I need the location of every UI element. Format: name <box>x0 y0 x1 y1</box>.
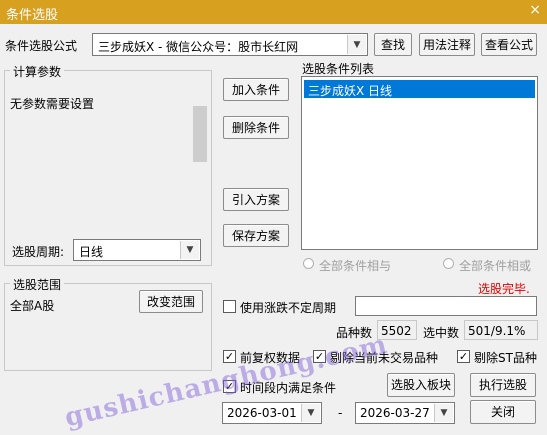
close-button[interactable]: 关闭 <box>470 400 536 424</box>
variable-period-checkbox[interactable] <box>223 300 236 313</box>
count-value: 5502 <box>381 324 412 338</box>
period-select[interactable]: 日线 ▼ <box>73 239 201 261</box>
chevron-down-icon[interactable]: ▼ <box>180 241 199 259</box>
params-message: 无参数需要设置 <box>10 97 95 111</box>
date-from-value: 2026-03-01 <box>227 406 297 420</box>
execute-button[interactable]: 执行选股 <box>470 373 536 397</box>
title-bar: 条件选股 × <box>0 0 547 24</box>
all-or-label: 全部条件相或 <box>459 259 532 273</box>
chevron-down-icon[interactable]: ▼ <box>301 404 320 422</box>
usage-notes-button[interactable]: 用法注释 <box>419 33 475 56</box>
add-to-block-button[interactable]: 选股入板块 <box>387 373 455 397</box>
close-icon[interactable]: × <box>529 2 541 18</box>
variable-period-input[interactable] <box>355 296 537 316</box>
selected-label: 选中数 <box>423 326 460 340</box>
period-select-value: 日线 <box>79 245 104 259</box>
params-scrollbar[interactable] <box>192 78 208 226</box>
formula-label: 条件选股公式 <box>5 39 78 53</box>
all-and-label: 全部条件相与 <box>319 259 392 273</box>
all-or-radio[interactable] <box>443 258 454 269</box>
import-scheme-button[interactable]: 引入方案 <box>223 188 289 211</box>
find-button[interactable]: 查找 <box>374 33 412 56</box>
view-formula-button[interactable]: 查看公式 <box>481 33 537 56</box>
save-scheme-button[interactable]: 保存方案 <box>223 224 289 247</box>
chevron-down-icon[interactable]: ▼ <box>434 404 453 422</box>
checkmark-icon: ✓ <box>224 350 235 363</box>
conditions-list[interactable]: 三步成妖X 日线 <box>301 76 538 250</box>
exclude-st-label: 剔除ST品种 <box>474 351 537 365</box>
list-item-label: 三步成妖X 日线 <box>308 84 393 98</box>
formula-select-value: 三步成妖X - 微信公众号：股市长红网 <box>98 40 299 54</box>
chevron-down-icon[interactable]: ▼ <box>347 35 366 54</box>
scope-value: 全部A股 <box>10 299 55 313</box>
change-scope-button[interactable]: 改变范围 <box>139 290 203 313</box>
exclude-st-checkbox[interactable]: ✓ <box>457 350 470 363</box>
period-label: 选股周期: <box>12 245 65 259</box>
all-and-radio[interactable] <box>303 258 314 269</box>
window-title: 条件选股 <box>6 8 59 23</box>
params-group-title: 计算参数 <box>10 63 65 80</box>
delete-condition-button[interactable]: 删除条件 <box>223 116 289 139</box>
variable-period-label: 使用涨跌不定周期 <box>240 301 337 315</box>
conditions-title: 选股条件列表 <box>302 62 375 76</box>
list-item[interactable]: 三步成妖X 日线 <box>304 80 535 98</box>
selected-field: 501/9.1% <box>464 320 538 340</box>
scrollbar-thumb[interactable] <box>193 106 207 162</box>
date-to-value: 2026-03-27 <box>360 406 430 420</box>
status-text: 选股完毕. <box>478 282 530 296</box>
formula-select[interactable]: 三步成妖X - 微信公众号：股市长红网 ▼ <box>92 33 368 56</box>
date-to-picker[interactable]: 2026-03-27 ▼ <box>355 402 455 424</box>
scope-group-title: 选股范围 <box>10 276 65 293</box>
date-dash: - <box>338 406 343 420</box>
add-condition-button[interactable]: 加入条件 <box>223 78 289 101</box>
pre-adjust-checkbox[interactable]: ✓ <box>223 350 236 363</box>
selected-value: 501/9.1% <box>468 324 526 338</box>
checkmark-icon: ✓ <box>458 350 469 363</box>
date-from-picker[interactable]: 2026-03-01 ▼ <box>222 402 322 424</box>
